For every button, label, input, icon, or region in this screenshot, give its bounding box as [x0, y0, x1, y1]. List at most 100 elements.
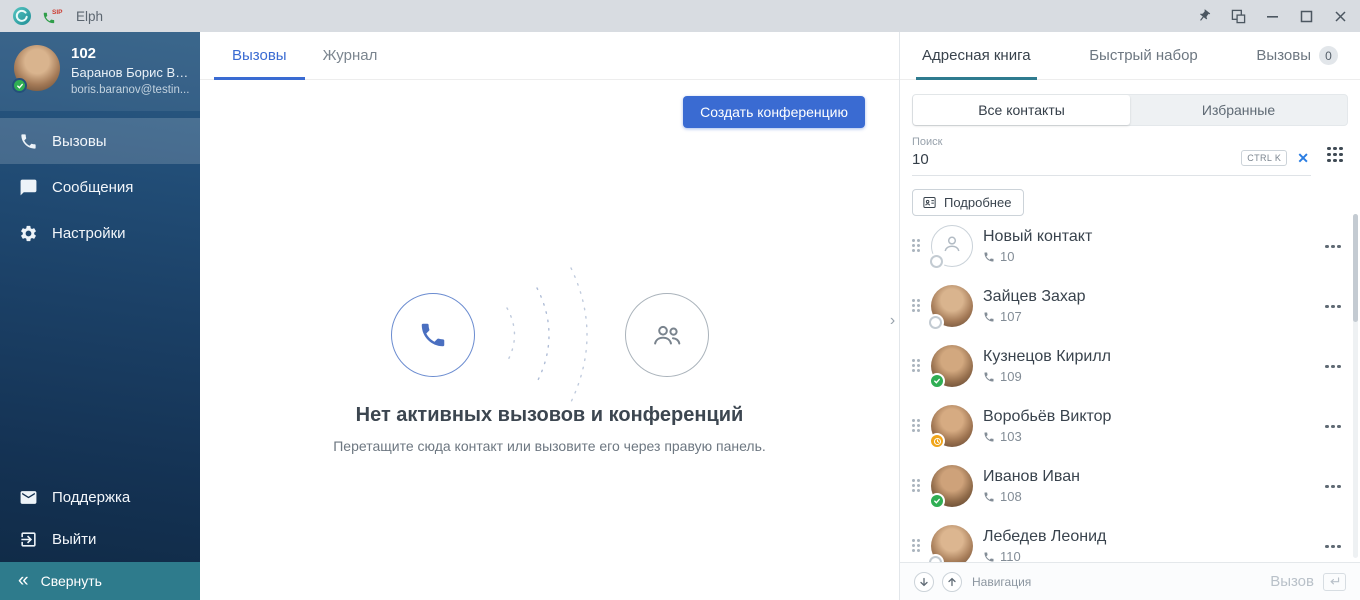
ripple-waves-icon [491, 250, 601, 420]
close-button[interactable] [1332, 8, 1348, 24]
contact-name: Зайцев Захар [983, 288, 1086, 306]
pin-button[interactable] [1196, 8, 1212, 24]
contact-name: Новый контакт [983, 228, 1092, 246]
user-status-badge [12, 78, 27, 93]
drag-handle-icon[interactable] [912, 299, 921, 313]
call-button[interactable]: Вызов [1270, 573, 1346, 591]
tab-address-book[interactable]: Адресная книга [916, 32, 1037, 79]
contact-row[interactable]: Воробьёв Виктор 103 [900, 396, 1360, 456]
navigation-label: Навигация [972, 575, 1031, 589]
tab-journal[interactable]: Журнал [305, 32, 396, 79]
tab-calls-right[interactable]: Вызовы 0 [1250, 32, 1344, 79]
contact-name: Иванов Иван [983, 468, 1080, 486]
double-chevron-left-icon: « [18, 571, 29, 590]
clear-search-icon[interactable]: ✕ [1297, 151, 1309, 165]
nav-down-button[interactable] [914, 572, 934, 592]
drag-handle-icon[interactable] [912, 539, 921, 553]
contact-menu-button[interactable] [1325, 241, 1342, 252]
user-avatar [14, 45, 60, 91]
status-badge [929, 373, 945, 389]
contact-avatar [931, 405, 973, 447]
shortcut-hint: CTRL K [1241, 150, 1287, 166]
tab-label: Адресная книга [922, 47, 1031, 64]
search-input[interactable]: Поиск 10 CTRL K ✕ [912, 134, 1311, 176]
contact-row[interactable]: Зайцев Захар 107 [900, 276, 1360, 336]
contact-name: Лебедев Леонид [983, 528, 1106, 546]
logout-icon [18, 529, 38, 549]
contact-menu-button[interactable] [1325, 361, 1342, 372]
sidebar-bottom-menu: Поддержка Выйти [0, 476, 200, 560]
contact-avatar [931, 465, 973, 507]
create-conference-button[interactable]: Создать конференцию [683, 96, 865, 128]
minimize-button[interactable] [1264, 8, 1280, 24]
maximize-button[interactable] [1298, 8, 1314, 24]
segment-all-contacts[interactable]: Все контакты [913, 95, 1130, 125]
phone-small-icon [983, 311, 995, 323]
contact-number: 110 [1000, 549, 1021, 562]
tab-calls[interactable]: Вызовы [214, 32, 305, 79]
sidebar-item-calls[interactable]: Вызовы [0, 118, 200, 164]
contact-avatar [931, 285, 973, 327]
contact-menu-button[interactable] [1325, 421, 1342, 432]
contact-number: 103 [1000, 429, 1022, 444]
contacts-panel: Адресная книга Быстрый набор Вызовы 0 Вс… [900, 32, 1360, 600]
status-badge [929, 316, 942, 329]
drag-handle-icon[interactable] [912, 479, 921, 493]
sidebar-item-label: Сообщения [52, 179, 133, 196]
details-button-label: Подробнее [944, 195, 1011, 210]
sidebar-item-support[interactable]: Поддержка [0, 476, 200, 518]
contact-avatar [931, 225, 973, 267]
collapse-sidebar-button[interactable]: « Свернуть [0, 562, 200, 600]
status-badge [929, 493, 945, 509]
right-panel-footer: Навигация Вызов [900, 562, 1360, 600]
conference-circle-icon [625, 293, 709, 377]
app-logo-icon [12, 6, 32, 26]
contact-menu-button[interactable] [1325, 481, 1342, 492]
contact-number: 10 [1000, 249, 1014, 264]
tab-label: Вызовы [1256, 47, 1311, 64]
drag-handle-icon[interactable] [912, 239, 921, 253]
scrollbar[interactable] [1353, 214, 1358, 558]
phone-small-icon [983, 371, 995, 383]
sidebar: 102 Баранов Борис Вик... boris.baranov@t… [0, 32, 200, 600]
sip-phone-icon: SIP [41, 6, 67, 26]
person-placeholder-icon [940, 232, 964, 261]
empty-state-subtitle: Перетащите сюда контакт или вызовите его… [200, 438, 899, 454]
sidebar-menu: Вызовы Сообщения Настройки [0, 118, 200, 256]
gear-icon [18, 223, 38, 243]
details-button[interactable]: Подробнее [912, 189, 1024, 216]
contacts-filter-segmented: Все контакты Избранные [912, 94, 1348, 126]
contact-row[interactable]: Иванов Иван 108 [900, 456, 1360, 516]
sidebar-item-settings[interactable]: Настройки [0, 210, 200, 256]
titlebar: SIP Elph [0, 0, 1360, 32]
window-title: Elph [76, 9, 103, 24]
contact-row[interactable]: Кузнецов Кирилл 109 [900, 336, 1360, 396]
sidebar-item-messages[interactable]: Сообщения [0, 164, 200, 210]
drag-handle-icon[interactable] [912, 359, 921, 373]
always-on-top-button[interactable] [1230, 8, 1246, 24]
tab-speed-dial[interactable]: Быстрый набор [1083, 32, 1204, 79]
contact-menu-button[interactable] [1325, 541, 1342, 552]
empty-state-title: Нет активных вызовов и конференций [200, 404, 899, 427]
contact-avatar [931, 525, 973, 562]
tab-label: Вызовы [232, 47, 287, 64]
scrollbar-thumb[interactable] [1353, 214, 1358, 322]
mail-icon [18, 487, 38, 507]
nav-up-button[interactable] [942, 572, 962, 592]
contact-row[interactable]: Новый контакт 10 [900, 216, 1360, 276]
status-badge [930, 255, 943, 268]
contact-row[interactable]: Лебедев Леонид 110 [900, 516, 1360, 562]
phone-small-icon [983, 251, 995, 263]
phone-small-icon [983, 551, 995, 563]
contact-menu-button[interactable] [1325, 301, 1342, 312]
panel-toggle-chevron[interactable]: › [886, 306, 899, 336]
sidebar-item-label: Настройки [52, 225, 126, 242]
drag-handle-icon[interactable] [912, 419, 921, 433]
user-profile-card[interactable]: 102 Баранов Борис Вик... boris.baranov@t… [0, 32, 200, 111]
contact-avatar [931, 345, 973, 387]
segment-favorites[interactable]: Избранные [1130, 95, 1347, 125]
sidebar-item-label: Поддержка [52, 489, 130, 506]
search-label: Поиск [912, 136, 1311, 148]
sidebar-item-logout[interactable]: Выйти [0, 518, 200, 560]
dialpad-icon[interactable] [1327, 147, 1344, 164]
